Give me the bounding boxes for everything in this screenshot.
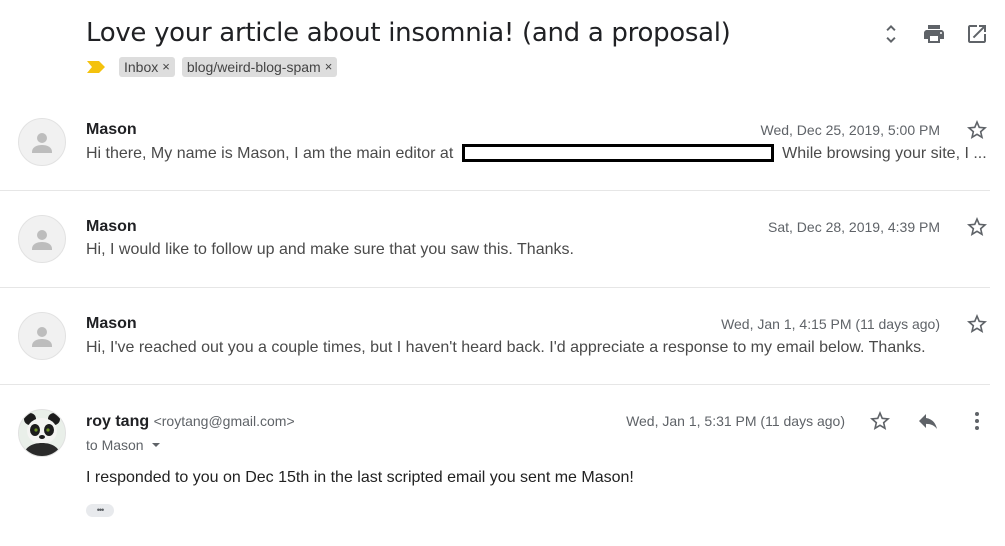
label-chip-inbox[interactable]: Inbox × — [119, 57, 175, 77]
star-icon[interactable] — [868, 409, 892, 433]
message-sender[interactable]: Mason — [86, 120, 137, 140]
message-date[interactable]: Wed, Dec 25, 2019, 5:00 PM — [760, 120, 940, 140]
thread-subject: Love your article about insomnia! (and a… — [86, 18, 731, 48]
importance-marker-icon[interactable] — [86, 60, 106, 74]
open-in-new-window-icon[interactable] — [965, 22, 989, 46]
star-icon[interactable] — [965, 118, 989, 142]
snippet-text: While browsing your site, I ... — [782, 145, 987, 162]
expand-collapse-icon[interactable] — [879, 22, 903, 46]
avatar — [18, 409, 66, 457]
avatar — [18, 312, 66, 360]
recipient-text: to Mason — [86, 437, 144, 453]
message-sender[interactable]: Mason — [86, 314, 137, 334]
star-icon[interactable] — [965, 312, 989, 336]
snippet-text: Hi there, My name is Mason, I am the mai… — [86, 145, 454, 162]
message-divider — [0, 287, 990, 288]
message-date[interactable]: Wed, Jan 1, 4:15 PM (11 days ago) — [721, 314, 940, 334]
message-date[interactable]: Sat, Dec 28, 2019, 4:39 PM — [768, 217, 940, 237]
label-text: Inbox — [124, 59, 159, 75]
message-date[interactable]: Wed, Jan 1, 5:31 PM (11 days ago) — [626, 411, 845, 431]
sender-email: <roytang@gmail.com> — [153, 413, 295, 429]
redacted-block — [461, 144, 774, 162]
avatar — [18, 118, 66, 166]
label-text: blog/weird-blog-spam — [186, 59, 321, 75]
message-sender[interactable]: Mason — [86, 217, 137, 237]
message-snippet[interactable]: Hi there, My name is Mason, I am the mai… — [86, 144, 987, 164]
message-divider — [0, 384, 990, 385]
reply-icon[interactable] — [916, 409, 940, 433]
remove-label-icon[interactable]: × — [325, 57, 333, 77]
recipient-details[interactable]: to Mason — [86, 436, 162, 454]
label-row: Inbox × blog/weird-blog-spam × — [86, 57, 344, 77]
sender-name: roy tang — [86, 413, 150, 430]
message-snippet[interactable]: Hi, I would like to follow up and make s… — [86, 240, 574, 260]
message-snippet[interactable]: Hi, I've reached out you a couple times,… — [86, 338, 926, 358]
avatar — [18, 215, 66, 263]
more-options-icon[interactable] — [965, 409, 989, 433]
ellipsis-icon: ••• — [96, 505, 105, 515]
show-trimmed-content-button[interactable]: ••• — [86, 504, 114, 517]
message-sender[interactable]: roy tang <roytang@gmail.com> — [86, 411, 295, 432]
message-divider — [0, 190, 990, 191]
message-body: I responded to you on Dec 15th in the la… — [86, 469, 634, 486]
star-icon[interactable] — [965, 215, 989, 239]
chevron-down-icon[interactable] — [150, 439, 162, 451]
label-chip-weird-blog-spam[interactable]: blog/weird-blog-spam × — [181, 57, 338, 77]
remove-label-icon[interactable]: × — [162, 57, 170, 77]
print-icon[interactable] — [922, 22, 946, 46]
